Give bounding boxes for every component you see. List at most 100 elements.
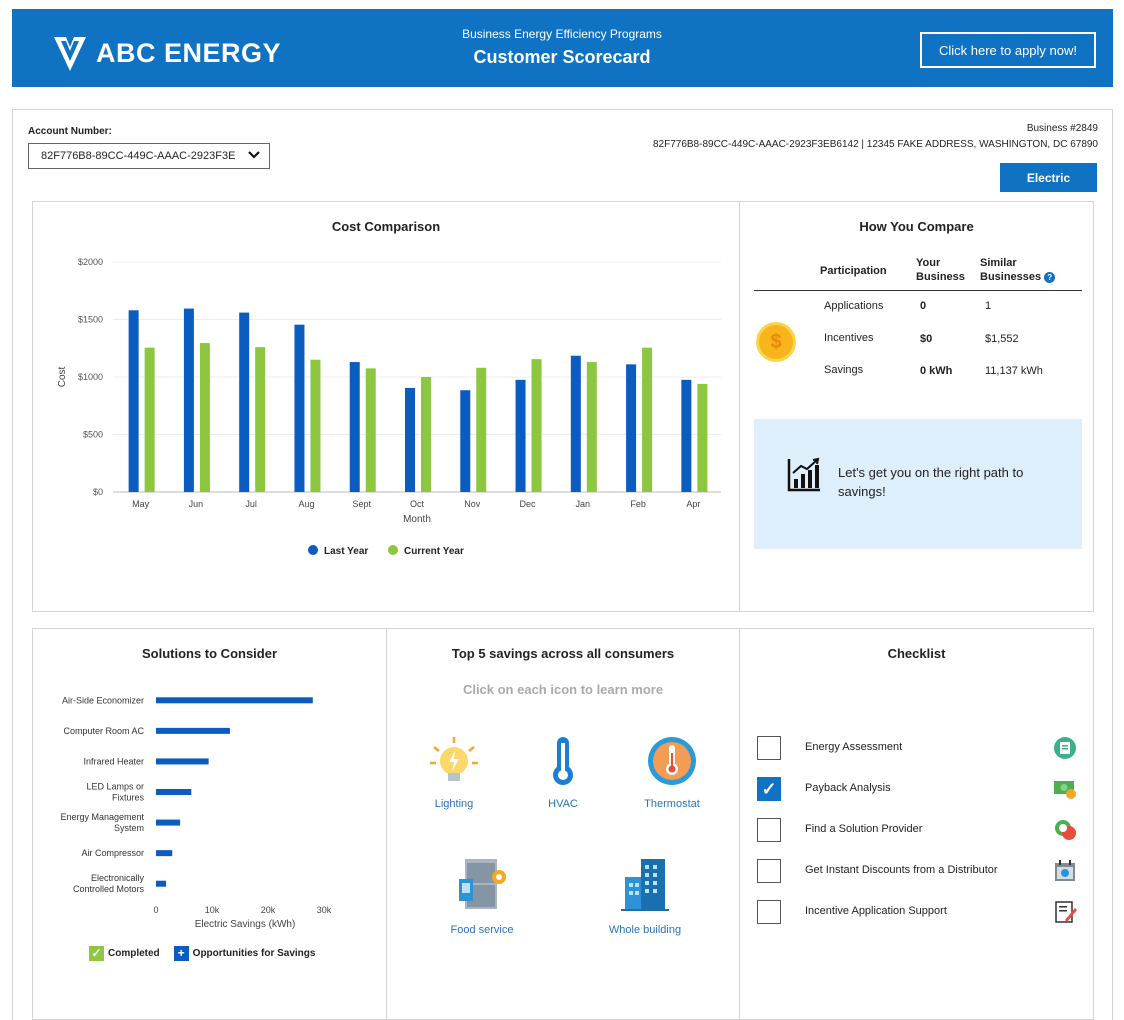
checklist-item-energy-assessment[interactable]: Energy Assessment	[757, 736, 1082, 761]
account-number-value: 82F776B8-89CC-449C-AAAC-2923F3E	[41, 150, 236, 162]
checklist-item-instant-discounts[interactable]: Get Instant Discounts from a Distributor	[757, 859, 1082, 884]
solution-bar	[156, 819, 181, 826]
savings-yours: 0 kWh	[920, 365, 953, 377]
x-tick-label: Dec	[520, 499, 537, 509]
checkbox-checked[interactable]: ✓	[757, 777, 781, 801]
x-tick-label: Nov	[464, 499, 481, 509]
solution-label: Controlled Motors	[73, 884, 145, 894]
checkbox[interactable]	[757, 900, 781, 924]
legend-completed: Completed	[108, 948, 160, 959]
solution-label: Infrared Heater	[83, 756, 144, 766]
checklist-item-find-provider[interactable]: Find a Solution Provider	[757, 818, 1082, 843]
top5-lighting[interactable]: Lighting	[399, 735, 509, 810]
incentives-label: Incentives	[824, 332, 874, 344]
assessment-icon	[1054, 737, 1076, 759]
bar-current-year	[199, 343, 210, 492]
top5-food-service[interactable]: Food service	[427, 857, 537, 936]
top5-subtitle: Click on each icon to learn more	[462, 682, 664, 697]
growth-chart-icon	[787, 457, 820, 492]
x-tick-label: 30k	[317, 905, 332, 915]
x-tick-label: Apr	[686, 499, 700, 509]
bar-last-year	[294, 324, 305, 492]
refrigerator-icon	[459, 859, 506, 909]
applications-similar: 1	[985, 300, 992, 312]
solution-label: System	[114, 823, 144, 833]
participation-header: Participation	[820, 265, 887, 277]
how-you-compare-panel: How You Compare Participation Your Busin…	[739, 201, 1094, 612]
x-tick-label: 20k	[261, 905, 276, 915]
legend-label-last-year: Last Year	[324, 546, 368, 557]
legend-marker-last-year	[308, 545, 318, 555]
checklist-item-payback-analysis[interactable]: ✓ Payback Analysis	[757, 777, 1082, 802]
x-tick-label: Jun	[189, 499, 204, 509]
top5-whole-building[interactable]: Whole building	[590, 857, 700, 936]
electric-button[interactable]: Electric	[1000, 163, 1097, 192]
incentives-yours: $0	[920, 333, 933, 345]
bar-current-year	[697, 383, 708, 492]
bar-last-year	[128, 310, 139, 492]
cost-comparison-chart: $2000 $1500 $1000 $500 $0 May Jun Jul Aug Sept Oct…	[57, 257, 721, 557]
top5-title: Top 5 savings across all consumers	[451, 646, 675, 661]
coin-icon: $	[756, 322, 796, 362]
bar-current-year	[642, 347, 653, 492]
checklist-label: Energy Assessment	[805, 741, 903, 753]
solution-label: Fixtures	[112, 793, 145, 803]
bar-current-year	[586, 362, 597, 492]
x-axis-label: Month	[403, 514, 431, 525]
checkbox[interactable]	[757, 859, 781, 883]
solution-bar	[156, 758, 209, 765]
thermometer-icon	[553, 737, 573, 785]
bar-last-year	[183, 308, 194, 492]
food-service-label: Food service	[450, 924, 514, 936]
money-icon	[1054, 781, 1076, 799]
solution-label: Air Compressor	[81, 848, 144, 858]
y-axis-label: Cost	[57, 366, 68, 387]
savings-label: Savings	[824, 364, 864, 376]
business-number: Business #2849	[1026, 123, 1098, 134]
y-tick-label: $0	[93, 487, 103, 497]
cost-comparison-panel: Cost Comparison $2000 $1500 $1000 $500 $0 May…	[32, 201, 740, 612]
help-icon[interactable]: ?	[1044, 271, 1056, 283]
solutions-panel: Solutions to Consider Air-Side Economize…	[32, 628, 387, 1020]
y-tick-label: $500	[83, 430, 103, 440]
header-subtitle: Business Energy Efficiency Programs	[462, 27, 662, 41]
savings-path-callout[interactable]: Let's get you on the right path to savin…	[754, 419, 1082, 549]
x-axis-label: Electric Savings (kWh)	[195, 919, 296, 930]
checkbox[interactable]	[757, 736, 781, 760]
y-tick-label: $2000	[78, 257, 103, 267]
top5-hvac[interactable]: HVAC	[508, 735, 618, 810]
bar-current-year	[365, 368, 376, 492]
completed-check-icon: ✓	[89, 946, 104, 961]
checklist-panel: Checklist Energy Assessment ✓ Payback An…	[739, 628, 1094, 1020]
account-number-select[interactable]: 82F776B8-89CC-449C-AAAC-2923F3E	[28, 143, 270, 169]
solution-bar	[156, 727, 230, 734]
lighting-label: Lighting	[434, 798, 474, 810]
apply-now-button[interactable]: Click here to apply now!	[920, 32, 1096, 68]
whole-building-label: Whole building	[608, 924, 682, 936]
bar-last-year	[349, 362, 360, 492]
x-tick-label: Sept	[352, 499, 371, 509]
top5-thermostat[interactable]: Thermostat	[617, 735, 727, 810]
legend-opportunities: Opportunities for Savings	[192, 948, 316, 959]
savings-similar: 11,137 kWh	[985, 365, 1043, 377]
compare-divider	[754, 290, 1082, 291]
checkbox[interactable]	[757, 818, 781, 842]
solutions-chart: Air-Side Economizer Computer Room AC Infra…	[60, 695, 332, 930]
abc-energy-logo-icon	[54, 37, 86, 71]
top5-panel: Top 5 savings across all consumers Click…	[386, 628, 740, 1020]
chevron-down-icon	[247, 148, 261, 165]
bar-last-year	[681, 379, 692, 492]
solutions-legend: ✓ Completed + Opportunities for Savings	[89, 946, 315, 961]
bar-current-year	[421, 377, 431, 492]
opportunities-plus-icon: +	[173, 946, 189, 961]
your-business-header: Your Business	[916, 257, 965, 283]
scorecard-page: ABC ENERGY Business Energy Efficiency Pr…	[0, 0, 1124, 1020]
solution-label: Computer Room AC	[63, 726, 144, 736]
incentives-similar: $1,552	[985, 333, 1019, 345]
legend-label-current-year: Current Year	[404, 546, 464, 557]
x-tick-label: Jan	[576, 499, 591, 509]
checklist-item-incentive-support[interactable]: Incentive Application Support	[757, 900, 1082, 925]
x-tick-label: 10k	[205, 905, 220, 915]
account-number-label: Account Number:	[28, 126, 112, 137]
checklist-label: Incentive Application Support	[805, 905, 947, 917]
